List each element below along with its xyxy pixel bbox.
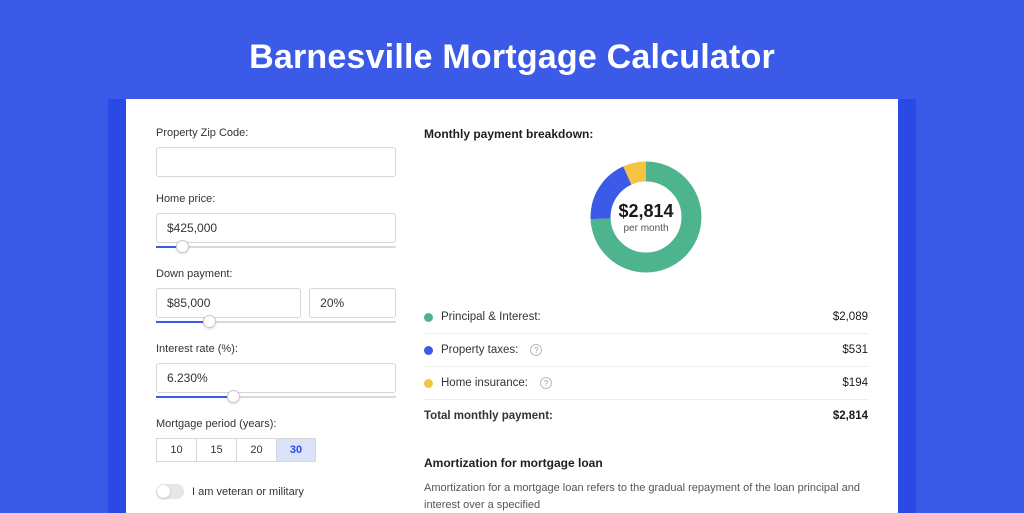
donut-wrap: $2,814 per month [424,157,868,277]
veteran-toggle-label: I am veteran or military [192,486,304,498]
interest-rate-slider[interactable] [156,392,396,402]
mortgage-period-option-30[interactable]: 30 [276,438,316,462]
down-payment-input[interactable] [156,288,301,318]
legend-dot-icon [424,379,433,388]
amortization-title: Amortization for mortgage loan [424,456,868,470]
content-band: Property Zip Code: Home price: Down paym… [108,99,916,513]
breakdown-label: Property taxes: [441,344,518,356]
down-payment-slider[interactable] [156,317,396,327]
interest-rate-field: Interest rate (%): [156,343,396,402]
zip-label: Property Zip Code: [156,127,396,139]
home-price-label: Home price: [156,193,396,205]
slider-knob-icon[interactable] [203,315,216,328]
donut-center-amount: $2,814 [618,201,673,222]
help-icon[interactable]: ? [540,377,552,389]
breakdown-row: Property taxes:? $531 [424,333,868,366]
amortization-text: Amortization for a mortgage loan refers … [424,480,868,513]
interest-rate-input[interactable] [156,363,396,393]
help-icon[interactable]: ? [530,344,542,356]
breakdown-label: Principal & Interest: [441,311,541,323]
breakdown-rows: Principal & Interest: $2,089 Property taxe… [424,301,868,399]
home-price-input[interactable] [156,213,396,243]
slider-knob-icon[interactable] [176,240,189,253]
down-payment-label: Down payment: [156,268,396,280]
home-price-slider[interactable] [156,242,396,252]
page-title: Barnesville Mortgage Calculator [0,0,1024,99]
legend-dot-icon [424,313,433,322]
mortgage-period-label: Mortgage period (years): [156,418,396,430]
veteran-toggle-row: I am veteran or military [156,484,396,499]
breakdown-row: Principal & Interest: $2,089 [424,301,868,333]
breakdown-label: Home insurance: [441,377,528,389]
zip-field: Property Zip Code: [156,127,396,177]
mortgage-period-field: Mortgage period (years): 10152030 [156,418,396,462]
mortgage-period-group: 10152030 [156,438,396,462]
veteran-toggle[interactable] [156,484,184,499]
mortgage-period-option-20[interactable]: 20 [236,438,276,462]
payment-donut-chart: $2,814 per month [586,157,706,277]
slider-knob-icon[interactable] [227,390,240,403]
zip-input[interactable] [156,147,396,177]
home-price-field: Home price: [156,193,396,252]
toggle-knob-icon [157,485,170,498]
total-label: Total monthly payment: [424,410,553,422]
breakdown-amount: $194 [842,377,868,389]
down-payment-field: Down payment: [156,268,396,327]
inputs-panel: Property Zip Code: Home price: Down paym… [156,127,396,513]
breakdown-amount: $531 [842,344,868,356]
legend-dot-icon [424,346,433,355]
interest-rate-label: Interest rate (%): [156,343,396,355]
results-panel: Monthly payment breakdown: $2,814 per mo… [424,127,868,513]
breakdown-title: Monthly payment breakdown: [424,127,868,141]
down-payment-pct-input[interactable] [309,288,396,318]
breakdown-row: Home insurance:? $194 [424,366,868,399]
calculator-card: Property Zip Code: Home price: Down paym… [126,99,898,513]
total-row: Total monthly payment: $2,814 [424,399,868,432]
mortgage-period-option-15[interactable]: 15 [196,438,236,462]
mortgage-period-option-10[interactable]: 10 [156,438,196,462]
donut-center-sub: per month [623,223,668,234]
breakdown-amount: $2,089 [833,311,868,323]
total-amount: $2,814 [833,410,868,422]
